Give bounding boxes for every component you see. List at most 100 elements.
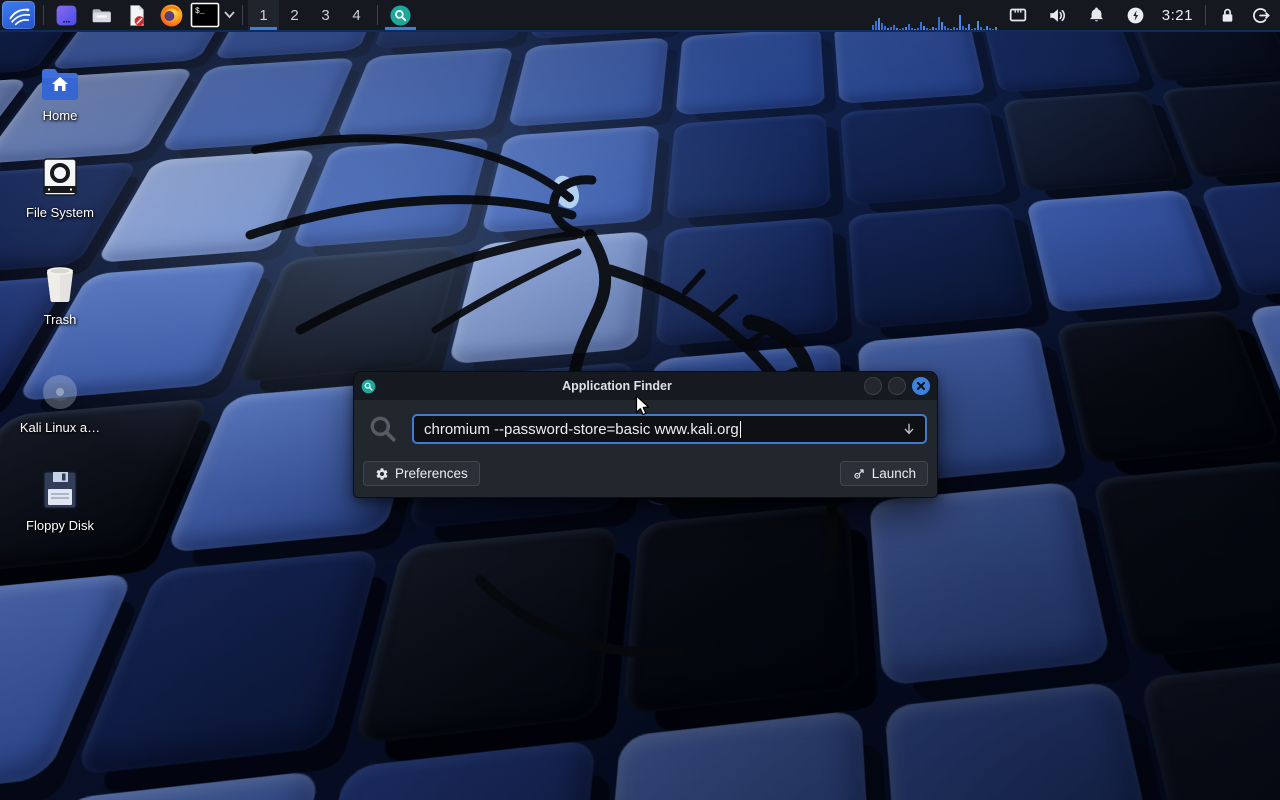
file-manager-launcher[interactable] <box>84 0 119 30</box>
notifications-tray-button[interactable] <box>1077 0 1116 30</box>
firefox-icon <box>159 3 184 28</box>
monitor-bar <box>890 27 892 30</box>
workspace-button-3[interactable]: 3 <box>310 0 341 30</box>
workspace-label: 2 <box>290 7 298 24</box>
network-icon <box>1007 4 1029 26</box>
wallpaper-cube <box>1026 189 1226 312</box>
monitor-bar <box>878 18 880 30</box>
lock-icon <box>1217 5 1238 26</box>
workspace-button-2[interactable]: 2 <box>279 0 310 30</box>
launch-icon <box>852 467 866 481</box>
taskbar-app-finder-button[interactable] <box>383 0 418 30</box>
terminal-dropdown-launcher[interactable]: $_ <box>189 0 237 30</box>
power-manager-tray-button[interactable] <box>1116 0 1155 30</box>
desktop-icon-file-system[interactable]: File System <box>10 155 110 220</box>
search-icon <box>367 413 399 445</box>
panel-separator <box>43 5 44 25</box>
monitor-bar <box>971 29 973 30</box>
monitor-bar <box>956 28 958 30</box>
maximize-button[interactable] <box>888 377 906 395</box>
floppy-disk-icon <box>41 470 79 510</box>
monitor-bar <box>899 29 901 30</box>
monitor-bar <box>914 29 916 30</box>
workspace-label: 3 <box>321 7 329 24</box>
minimize-button[interactable] <box>864 377 882 395</box>
close-icon <box>916 381 926 391</box>
monitor-bar <box>932 27 934 30</box>
desktop-icon-home[interactable]: Home <box>10 58 110 123</box>
close-button[interactable] <box>912 377 930 395</box>
wallpaper-cube <box>0 770 322 800</box>
text-editor-launcher[interactable] <box>119 0 154 30</box>
workspace-button-4[interactable]: 4 <box>341 0 372 30</box>
workspace-label: 4 <box>352 7 360 24</box>
network-tray-button[interactable] <box>999 0 1038 30</box>
desktop-icon-floppy-disk[interactable]: Floppy Disk <box>10 468 110 533</box>
workspace-button-1[interactable]: 1 <box>248 0 279 30</box>
workspace-label: 1 <box>259 7 267 24</box>
top-panel: $_ 1 2 3 4 <box>0 0 1280 32</box>
monitor-bar <box>911 28 913 30</box>
system-monitor-graph[interactable] <box>872 0 999 31</box>
show-desktop-launcher[interactable] <box>49 0 84 30</box>
panel-separator <box>242 5 243 25</box>
text-editor-icon <box>124 3 149 28</box>
wallpaper-cube <box>481 125 660 233</box>
monitor-bar <box>935 28 937 30</box>
monitor-bar <box>989 28 991 30</box>
applications-menu-button[interactable] <box>2 1 35 29</box>
monitor-bar <box>872 25 874 30</box>
monitor-bar <box>902 28 904 30</box>
wallpaper-cube <box>675 28 824 116</box>
monitor-bar <box>923 26 925 30</box>
show-desktop-icon <box>54 3 79 28</box>
titlebar[interactable]: Application Finder <box>354 372 937 400</box>
monitor-bar <box>983 29 985 30</box>
wallpaper-cube <box>848 203 1035 330</box>
wallpaper-cube <box>448 231 649 365</box>
monitor-bar <box>974 28 976 30</box>
monitor-bar <box>944 26 946 30</box>
wallpaper-cube <box>352 526 618 745</box>
monitor-bar <box>980 27 982 30</box>
wallpaper-cube <box>1055 310 1280 464</box>
search-input-value: chromium --password-store=basic www.kali… <box>424 421 739 438</box>
wallpaper-cube <box>508 37 669 127</box>
monitor-bar <box>908 24 910 30</box>
gear-icon <box>375 467 389 481</box>
monitor-bar <box>929 29 931 30</box>
monitor-bar <box>887 28 889 30</box>
wallpaper-cube <box>336 47 514 139</box>
monitor-bar <box>926 28 928 30</box>
wallpaper-cube <box>279 739 596 800</box>
text-caret <box>740 421 742 438</box>
trash-icon <box>40 264 80 304</box>
volume-tray-button[interactable] <box>1038 0 1077 30</box>
monitor-bar <box>995 27 997 30</box>
desktop-icon-trash[interactable]: Trash <box>10 262 110 327</box>
clock[interactable]: 3:21 <box>1155 7 1200 24</box>
wallpaper-cube <box>1002 91 1180 192</box>
history-dropdown-button[interactable] <box>901 421 917 437</box>
wallpaper-cube <box>884 681 1169 800</box>
panel-separator <box>1205 5 1206 25</box>
preferences-button[interactable]: Preferences <box>363 461 480 486</box>
volume-icon <box>1046 4 1069 27</box>
monitor-bar <box>881 23 883 30</box>
logout-button[interactable] <box>1244 0 1277 30</box>
search-input[interactable]: chromium --password-store=basic www.kali… <box>412 414 927 444</box>
lock-screen-button[interactable] <box>1211 0 1244 30</box>
launch-button[interactable]: Launch <box>840 461 928 486</box>
wallpaper-cube <box>291 137 490 248</box>
preferences-label: Preferences <box>395 466 468 481</box>
desktop-icon-kali-docs[interactable]: Kali Linux a… <box>10 370 110 435</box>
panel-separator <box>377 5 378 25</box>
monitor-bar <box>992 29 994 30</box>
window-title: Application Finder <box>376 379 858 393</box>
firefox-launcher[interactable] <box>154 0 189 30</box>
wallpaper-cube <box>598 710 876 800</box>
monitor-bar <box>941 22 943 30</box>
monitor-bar <box>959 15 961 30</box>
wallpaper-cube <box>666 113 831 219</box>
monitor-bar <box>968 24 970 30</box>
